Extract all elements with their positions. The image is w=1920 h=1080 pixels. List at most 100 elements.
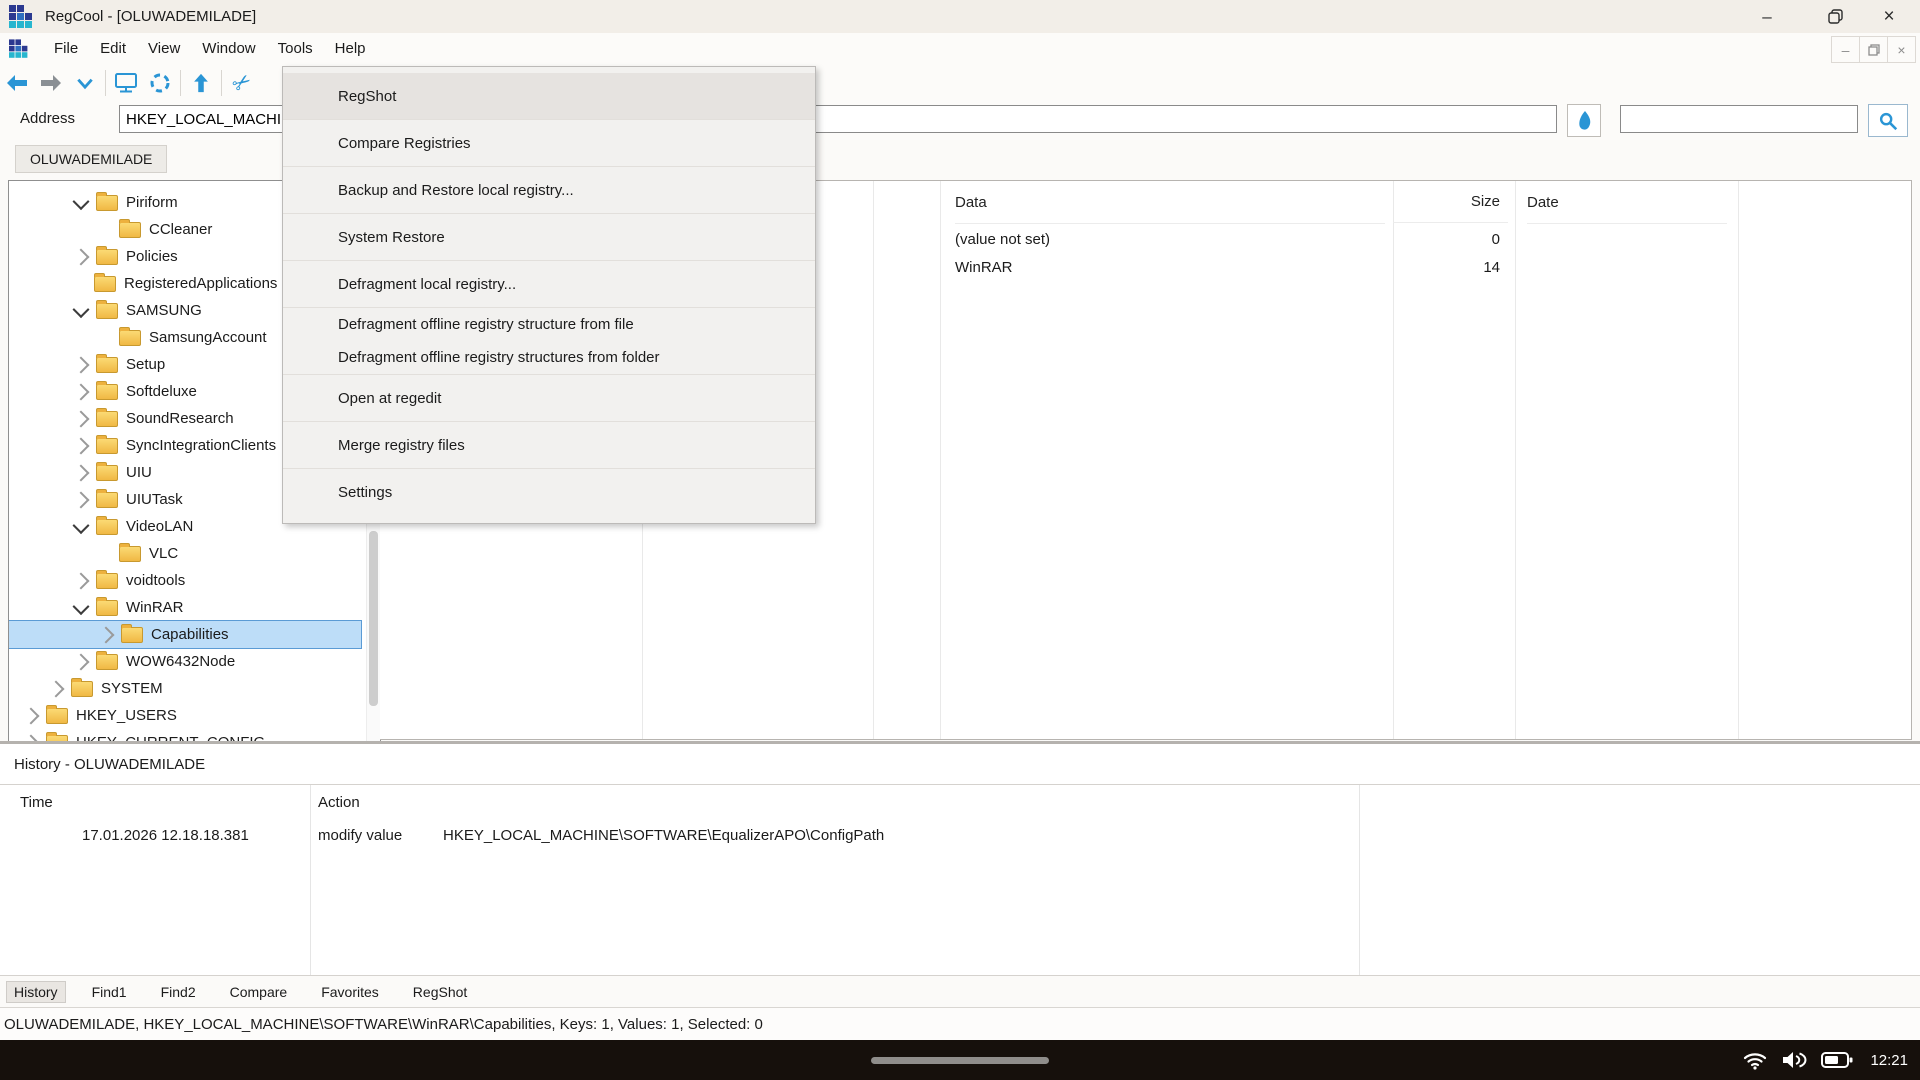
- tools-menu-item-merge-registry-files[interactable]: Merge registry files: [283, 421, 815, 468]
- tree-item-label: SamsungAccount: [149, 329, 267, 346]
- folder-icon: [96, 573, 118, 589]
- chevron-down-icon[interactable]: [73, 517, 90, 534]
- chevron-right-icon[interactable]: [73, 410, 90, 427]
- chevron-right-icon[interactable]: [73, 248, 90, 265]
- menu-item-label: Defragment offline registry structures f…: [338, 349, 660, 366]
- forward-button[interactable]: [34, 68, 68, 98]
- bottom-tab-compare[interactable]: Compare: [222, 981, 296, 1003]
- menubar-item-edit[interactable]: Edit: [89, 36, 137, 61]
- tools-menu-item-regshot[interactable]: RegShot: [283, 73, 815, 119]
- history-row[interactable]: 17.01.2026 12.18.18.381modify valueHKEY_…: [0, 821, 1920, 849]
- back-button[interactable]: [0, 68, 34, 98]
- restore-button[interactable]: [1812, 0, 1858, 33]
- app-logo-icon: [9, 5, 33, 29]
- menubar-item-window[interactable]: Window: [191, 36, 266, 61]
- tools-menu-item-defragment-offline-registry-structure-from-file[interactable]: Defragment offline registry structure fr…: [283, 307, 815, 341]
- chevron-right-icon[interactable]: [73, 572, 90, 589]
- menubar-item-file[interactable]: File: [43, 36, 89, 61]
- column-header-size[interactable]: Size: [1393, 181, 1508, 223]
- chevron-right-icon[interactable]: [98, 626, 115, 643]
- mdi-minimize-button[interactable]: –: [1831, 36, 1860, 63]
- window-title: RegCool - [OLUWADEMILADE]: [45, 8, 256, 25]
- tree-item-label: VLC: [149, 545, 178, 562]
- cut-button[interactable]: ✂: [225, 68, 259, 98]
- quick-search-input[interactable]: [1620, 105, 1858, 133]
- chevron-right-icon[interactable]: [73, 437, 90, 454]
- chevron-down-icon[interactable]: [73, 301, 90, 318]
- tree-item-label: Softdeluxe: [126, 383, 197, 400]
- battery-icon[interactable]: [1820, 1048, 1854, 1072]
- chevron-right-icon[interactable]: [73, 464, 90, 481]
- bottom-tab-favorites[interactable]: Favorites: [313, 981, 387, 1003]
- wifi-icon[interactable]: [1742, 1048, 1768, 1072]
- tree-item-label: WOW6432Node: [126, 653, 235, 670]
- chevron-down-icon[interactable]: [73, 598, 90, 615]
- tree-item-vlc[interactable]: VLC: [9, 540, 366, 567]
- remote-registry-button[interactable]: [143, 68, 177, 98]
- mdi-close-button[interactable]: ×: [1887, 36, 1916, 63]
- chevron-right-icon[interactable]: [73, 491, 90, 508]
- tree-item-capabilities[interactable]: Capabilities: [9, 621, 361, 648]
- mdi-restore-button[interactable]: [1859, 36, 1888, 63]
- tools-menu-item-settings[interactable]: Settings: [283, 468, 815, 515]
- tools-menu-item-defragment-offline-registry-structures-from-folder[interactable]: Defragment offline registry structures f…: [283, 341, 815, 374]
- bottom-tab-find1[interactable]: Find1: [84, 981, 135, 1003]
- menu-item-label: RegShot: [338, 88, 396, 105]
- search-button[interactable]: [1868, 104, 1908, 137]
- bottom-tab-regshot[interactable]: RegShot: [405, 981, 475, 1003]
- tree-item-voidtools[interactable]: voidtools: [9, 567, 366, 594]
- column-header-data[interactable]: Data: [955, 181, 1385, 224]
- folder-icon: [119, 222, 141, 238]
- chevron-right-icon[interactable]: [73, 653, 90, 670]
- tree-item-wow6432node[interactable]: WOW6432Node: [9, 648, 366, 675]
- tools-menu-item-system-restore[interactable]: System Restore: [283, 213, 815, 260]
- tools-menu-item-open-at-regedit[interactable]: Open at regedit: [283, 374, 815, 421]
- title-bar: RegCool - [OLUWADEMILADE] – ×: [0, 0, 1920, 33]
- tools-menu-item-defragment-local-registry[interactable]: Defragment local registry...: [283, 260, 815, 307]
- folder-icon: [96, 384, 118, 400]
- clock[interactable]: 12:21: [1870, 1052, 1908, 1069]
- column-header-action[interactable]: Action: [318, 785, 360, 819]
- history-dropdown-button[interactable]: [68, 68, 102, 98]
- chevron-right-icon[interactable]: [73, 356, 90, 373]
- chevron-right-icon[interactable]: [23, 707, 40, 724]
- history-path: HKEY_LOCAL_MACHINE\SOFTWARE\EqualizerAPO…: [443, 821, 884, 849]
- bottom-tab-history[interactable]: History: [6, 981, 66, 1003]
- folder-icon: [96, 492, 118, 508]
- column-separator: [1359, 785, 1360, 975]
- chevron-down-icon[interactable]: [73, 193, 90, 210]
- tools-menu-item-compare-registries[interactable]: Compare Registries: [283, 119, 815, 166]
- menubar-item-view[interactable]: View: [137, 36, 191, 61]
- up-level-button[interactable]: [184, 68, 218, 98]
- tree-scrollbar-thumb[interactable]: [369, 531, 378, 706]
- column-header-date[interactable]: Date: [1527, 181, 1727, 224]
- tree-item-label: RegisteredApplications: [124, 275, 277, 292]
- history-rows: 17.01.2026 12.18.18.381modify valueHKEY_…: [0, 821, 1920, 849]
- computer-button[interactable]: [109, 68, 143, 98]
- volume-icon[interactable]: [1780, 1048, 1808, 1072]
- menubar-item-help[interactable]: Help: [324, 36, 377, 61]
- folder-icon: [71, 681, 93, 697]
- search-icon: [1877, 110, 1899, 132]
- taskbar: 12:21: [0, 1040, 1920, 1080]
- system-tray: 12:21: [1742, 1040, 1908, 1080]
- tools-menu-item-backup-and-restore-local-registry[interactable]: Backup and Restore local registry...: [283, 166, 815, 213]
- mdi-restore-icon: [1868, 44, 1880, 56]
- tree-item-hkey-users[interactable]: HKEY_USERS: [9, 702, 366, 729]
- menubar-item-tools[interactable]: Tools: [267, 36, 324, 61]
- tree-item-system[interactable]: SYSTEM: [9, 675, 366, 702]
- chevron-right-icon[interactable]: [48, 680, 65, 697]
- close-button[interactable]: ×: [1866, 0, 1912, 33]
- tree-item-winrar[interactable]: WinRAR: [9, 594, 366, 621]
- tree-item-label: CCleaner: [149, 221, 212, 238]
- column-header-time[interactable]: Time: [20, 785, 53, 819]
- folder-icon: [94, 276, 116, 292]
- folder-icon: [96, 600, 118, 616]
- chevron-right-icon[interactable]: [73, 383, 90, 400]
- minimize-button[interactable]: –: [1744, 0, 1790, 33]
- go-to-key-button[interactable]: [1567, 104, 1601, 137]
- menu-item-label: Defragment local registry...: [338, 276, 516, 293]
- taskbar-handle[interactable]: [871, 1057, 1049, 1064]
- session-tab[interactable]: OLUWADEMILADE: [15, 145, 167, 173]
- bottom-tab-find2[interactable]: Find2: [153, 981, 204, 1003]
